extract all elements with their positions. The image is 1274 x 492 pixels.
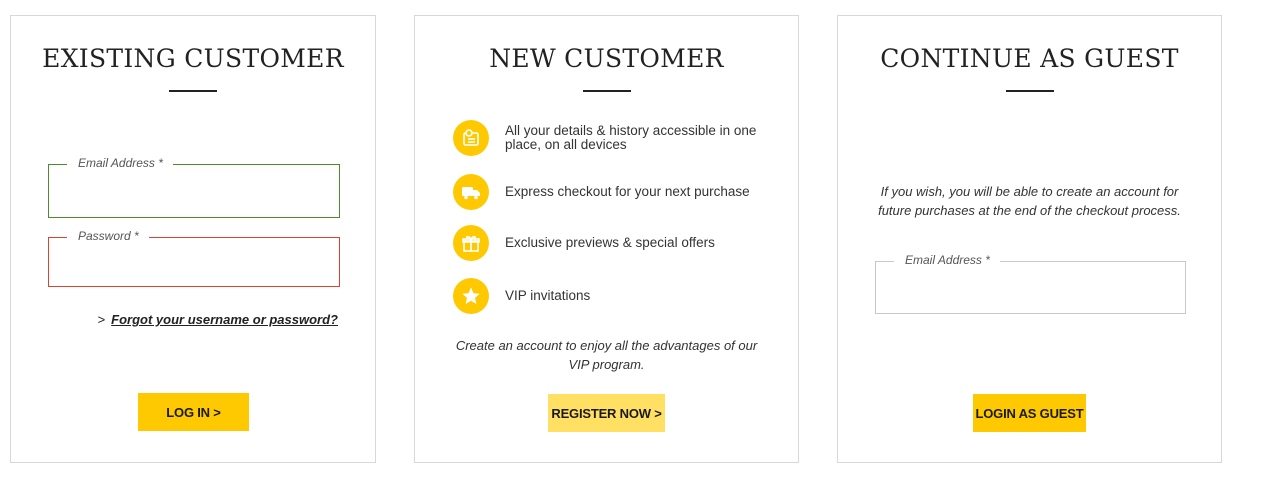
delivery-truck-icon [453,174,489,210]
star-icon [453,278,489,314]
vip-program-note: Create an account to enjoy all the advan… [455,338,758,372]
benefit-item: Exclusive previews & special offers [453,225,783,261]
benefit-text: Exclusive previews & special offers [505,235,715,250]
user-profile-icon [453,120,489,156]
benefit-text: Express checkout for your next purchase [505,184,750,199]
new-customer-title: NEW CUSTOMER [489,44,724,73]
benefit-item: VIP invitations [453,278,783,314]
gift-icon [453,225,489,261]
benefit-text: All your details & history accessible in… [505,123,757,152]
existing-customer-title: EXISTING CUSTOMER [42,44,344,73]
login-as-guest-button[interactable]: LOGIN AS GUEST [973,394,1086,432]
benefit-text: VIP invitations [505,288,591,303]
email-field-label: Email Address * [67,156,173,170]
forgot-credentials-link[interactable]: Forgot your username or password? [111,312,338,327]
existing-customer-panel: EXISTING CUSTOMER Email Address * Passwo… [10,15,376,463]
chevron-right-icon: > [97,312,106,327]
register-button[interactable]: REGISTER NOW > [548,394,665,432]
new-customer-panel: NEW CUSTOMER All your details & history … [414,15,799,463]
guest-title: CONTINUE AS GUEST [880,44,1179,73]
title-divider [169,90,217,92]
email-field[interactable]: Email Address * [48,156,340,218]
guest-email-field[interactable]: Email Address * [875,253,1186,314]
benefit-item: All your details & history accessible in… [453,120,783,156]
guest-panel: CONTINUE AS GUEST If you wish, you will … [837,15,1222,463]
password-input[interactable] [59,252,329,278]
login-button[interactable]: LOG IN > [138,393,249,431]
benefit-item: Express checkout for your next purchase [453,174,783,210]
guest-email-input[interactable] [886,276,1175,302]
email-input[interactable] [59,179,329,205]
title-divider [1005,90,1054,92]
password-field[interactable]: Password * [48,229,340,287]
title-divider [582,90,631,92]
guest-account-note: If you wish, you will be able to create … [878,184,1181,218]
guest-email-field-label: Email Address * [894,253,1000,267]
forgot-credentials-row: > Forgot your username or password? [98,312,338,327]
password-field-label: Password * [67,229,149,243]
